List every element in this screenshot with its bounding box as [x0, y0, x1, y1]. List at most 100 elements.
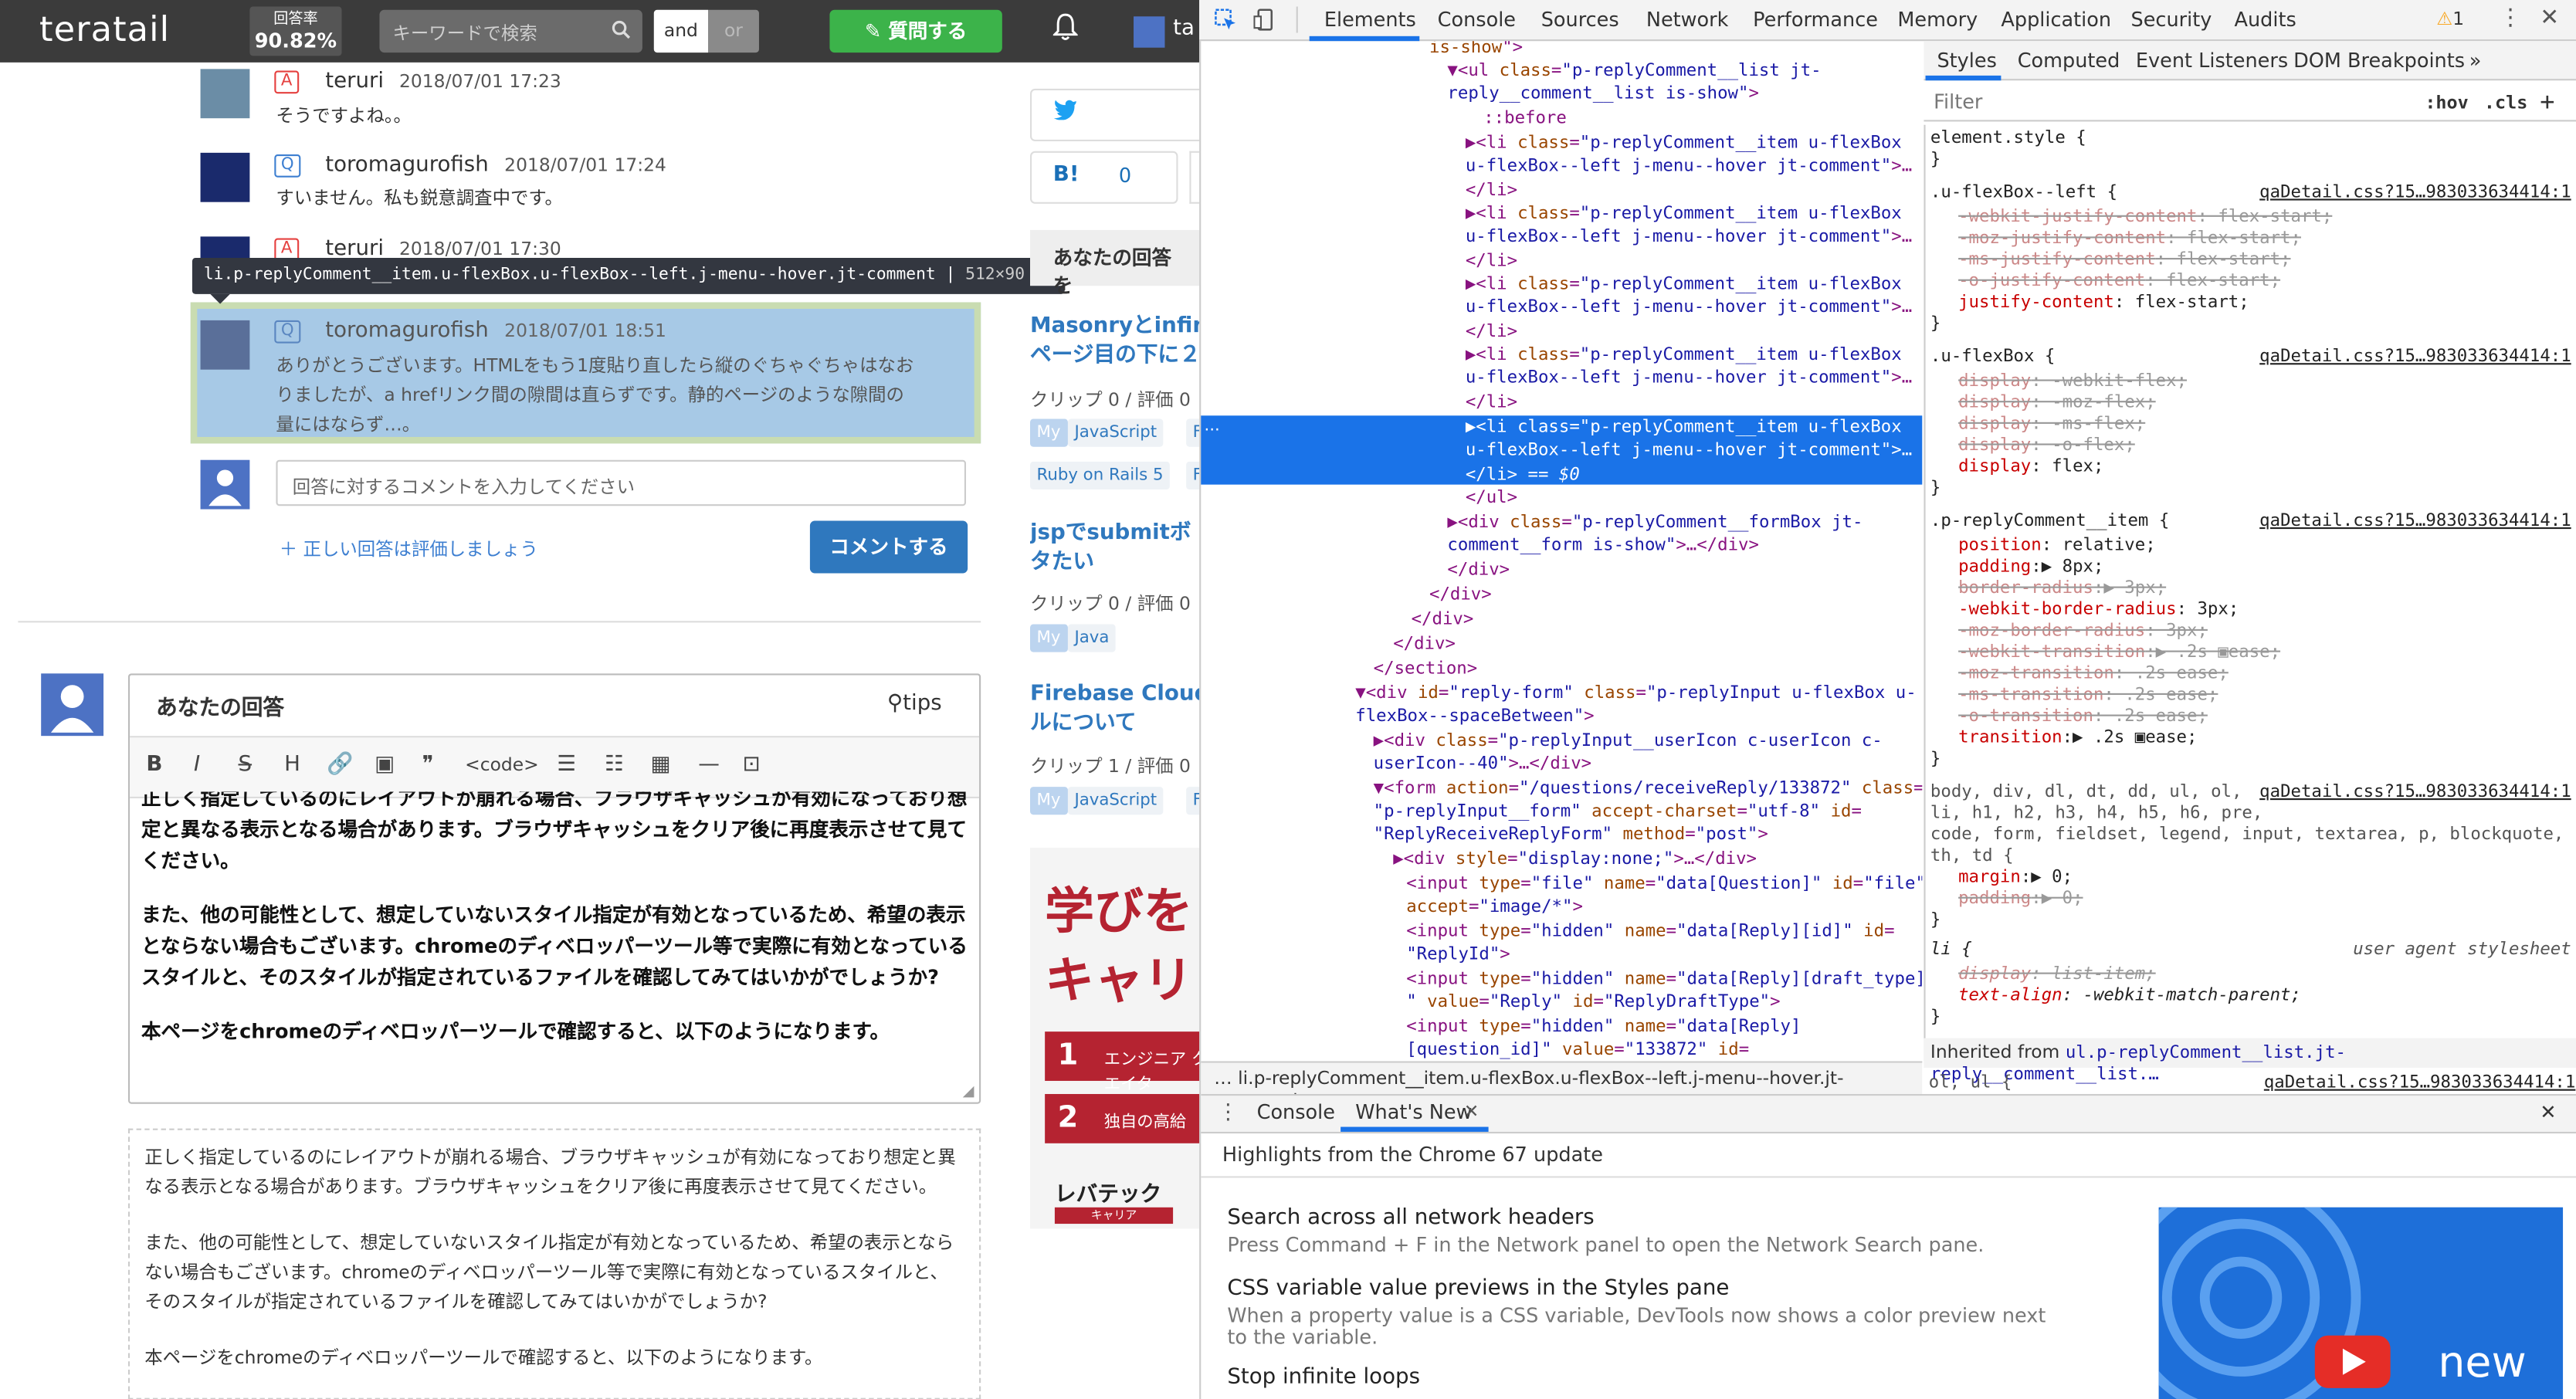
whats-new-item-desc: Press Command + F in the Network panel t… [1227, 1233, 1985, 1257]
tag-javascript[interactable]: JavaScript [1067, 418, 1164, 447]
drawer-tab-console[interactable]: Console [1257, 1100, 1335, 1123]
close-tab-icon[interactable]: ✕ [1464, 1100, 1480, 1122]
tab-performance[interactable]: Performance [1753, 8, 1878, 32]
whats-new-item-title[interactable]: Stop infinite loops [1227, 1365, 1420, 1390]
tab-elements[interactable]: Elements [1324, 8, 1416, 32]
evaluate-link[interactable]: ＋ 正しい回答は評価しましょう [280, 536, 538, 562]
tips-link[interactable]: ⚲tips [887, 692, 942, 716]
styles-rules[interactable]: element.style { } .u-flexBox--left { qaD… [1924, 124, 2576, 1062]
tab-dom-breakpoints[interactable]: DOM Breakpoints [2293, 49, 2465, 73]
comment-submit-button[interactable]: コメントする [809, 520, 968, 574]
my-tag: My [1030, 418, 1067, 447]
tab-memory[interactable]: Memory [1897, 8, 1978, 32]
user-avatar[interactable] [1134, 16, 1165, 48]
whats-new-item-title[interactable]: CSS variable value previews in the Style… [1227, 1276, 1729, 1301]
numbered-list-icon[interactable]: ☷ [605, 752, 624, 777]
video-label: new [2438, 1338, 2527, 1388]
related-question-title[interactable]: Firebase Cloudルについて [1030, 680, 1211, 740]
table-icon[interactable]: ▦ [651, 752, 671, 777]
hover-state-toggle[interactable]: :hov [2425, 92, 2468, 113]
search-input[interactable]: キーワードで検索 [379, 9, 642, 53]
italic-button[interactable]: I [194, 752, 200, 777]
tab-computed[interactable]: Computed [2018, 49, 2120, 73]
tab-application[interactable]: Application [2001, 8, 2111, 32]
image-icon[interactable]: ▣ [375, 752, 395, 777]
ad-headline: キャリ [1045, 953, 1193, 1011]
preview-paragraph: 本ページをchromeのディベロッパーツールで確認すると、以下のようになります。 [144, 1346, 823, 1369]
drawer-menu-icon[interactable]: ⋮ [1218, 1100, 1239, 1125]
my-tag: My [1030, 787, 1067, 815]
related-question-title[interactable]: jspでsubmitボタたい [1030, 519, 1211, 578]
tooltip-selector: li.p-replyComment__item.u-flexBox.u-flex… [203, 266, 936, 285]
editor-textarea[interactable]: 正しく指定しているのにレイアウトが崩れる場合、ブラウザキャッシュが有効になってお… [141, 792, 969, 1091]
comment-input[interactable]: 回答に対するコメントを入力してください [276, 459, 967, 506]
tab-network[interactable]: Network [1646, 8, 1729, 32]
related-question-meta: クリップ 0 / 評価 0 [1030, 389, 1191, 411]
tag-java[interactable]: Java [1067, 624, 1116, 652]
rule-source-link[interactable]: qaDetail.css?15…983033634414:1 [2259, 182, 2571, 204]
embed-icon[interactable]: ⊡ [743, 752, 761, 777]
comment-user[interactable]: toromagurofish [325, 153, 488, 178]
elements-tree[interactable]: is-show"> ▼<ul class="p-replyComment__li… [1201, 41, 1922, 1059]
device-toolbar-icon[interactable] [1253, 8, 1276, 38]
avatar[interactable] [200, 320, 250, 370]
comment-time: 2018/07/01 18:51 [504, 320, 666, 342]
code-button[interactable]: <code> [465, 754, 539, 776]
ad-row-text: 独自の高給 [1103, 1113, 1187, 1132]
related-question-title[interactable]: Masonryとinfinページ目の下に２ペ [1030, 312, 1211, 371]
close-icon[interactable]: ✕ [2540, 5, 2559, 31]
hatena-bookmark-button[interactable] [1030, 151, 1178, 204]
rule-source-link[interactable]: qaDetail.css?15…983033634414:1 [2264, 1072, 2576, 1092]
rule-source-link[interactable]: qaDetail.css?15…983033634414:1 [2259, 347, 2571, 368]
share-button-partial[interactable] [1189, 151, 1200, 204]
tab-security[interactable]: Security [2130, 8, 2212, 32]
tab-console[interactable]: Console [1438, 8, 1516, 32]
user-name[interactable]: ta [1173, 16, 1195, 41]
avatar[interactable] [200, 69, 250, 119]
rule-source-link[interactable]: qaDetail.css?15…983033634414:1 [2259, 511, 2571, 533]
and-toggle[interactable]: and [653, 9, 708, 53]
dom-breadcrumb[interactable]: … li.p-replyComment__item.u-flexBox.u-fl… [1201, 1061, 1923, 1110]
tab-sources[interactable]: Sources [1541, 8, 1619, 32]
avatar[interactable] [200, 152, 250, 202]
ask-question-button[interactable]: ✎ 質問する [829, 9, 1002, 53]
close-drawer-icon[interactable]: ✕ [2540, 1100, 2556, 1123]
bell-icon[interactable] [1052, 13, 1080, 48]
drawer-tab-whats-new[interactable]: What's New [1355, 1100, 1472, 1123]
edit-icon: ✎ [864, 19, 889, 43]
or-toggle[interactable]: or [707, 9, 759, 53]
resize-handle-icon[interactable]: ◢ [963, 1084, 974, 1100]
inspect-element-icon[interactable] [1214, 8, 1237, 38]
strike-button[interactable]: S [239, 752, 253, 777]
quote-icon[interactable]: ❞ [422, 752, 434, 777]
add-rule-icon[interactable]: + [2540, 87, 2554, 117]
more-tabs-icon[interactable]: » [2469, 49, 2482, 73]
link-icon[interactable]: 🔗 [327, 752, 353, 777]
comment-user[interactable]: toromagurofish [325, 319, 488, 344]
bold-button[interactable]: B [146, 752, 162, 777]
ad-row: 1 エンジニア クリエイタ [1045, 1031, 1226, 1094]
search-icon[interactable] [611, 20, 631, 45]
bullet-list-icon[interactable]: ☰ [557, 752, 576, 777]
answer-badge: A [274, 70, 299, 94]
tab-audits[interactable]: Audits [2235, 8, 2296, 32]
my-tag: My [1030, 624, 1067, 652]
whats-new-item-title[interactable]: Search across all network headers [1227, 1206, 1594, 1231]
site-logo[interactable]: teratail [39, 10, 170, 49]
tooltip-arrow [210, 293, 230, 304]
warning-counter[interactable]: ⚠1 [2436, 8, 2464, 30]
styles-filter-input[interactable]: Filter [1924, 82, 2576, 122]
class-toggle[interactable]: .cls [2484, 92, 2527, 113]
heading-button[interactable]: H [284, 752, 300, 777]
rule-source-link[interactable]: qaDetail.css?15…983033634414:1 [2259, 782, 2571, 804]
ad-row-num: 1 [1057, 1038, 1079, 1073]
tab-event-listeners[interactable]: Event Listeners [2136, 49, 2288, 73]
inherited-header: Inherited from ul.p-replyComment__list.j… [1924, 1038, 2576, 1084]
tag-rails[interactable]: Ruby on Rails 5 [1030, 461, 1171, 490]
hr-icon[interactable]: — [698, 752, 720, 777]
tab-styles[interactable]: Styles [1937, 49, 1996, 73]
tag-javascript[interactable]: JavaScript [1067, 787, 1164, 815]
more-options-icon[interactable]: ⋮ [2499, 5, 2522, 31]
comment-line: ありがとうございます。HTMLをもう1度貼り直したら縦のぐちゃぐちゃはなお [276, 354, 914, 377]
comment-user[interactable]: teruri [325, 69, 384, 93]
